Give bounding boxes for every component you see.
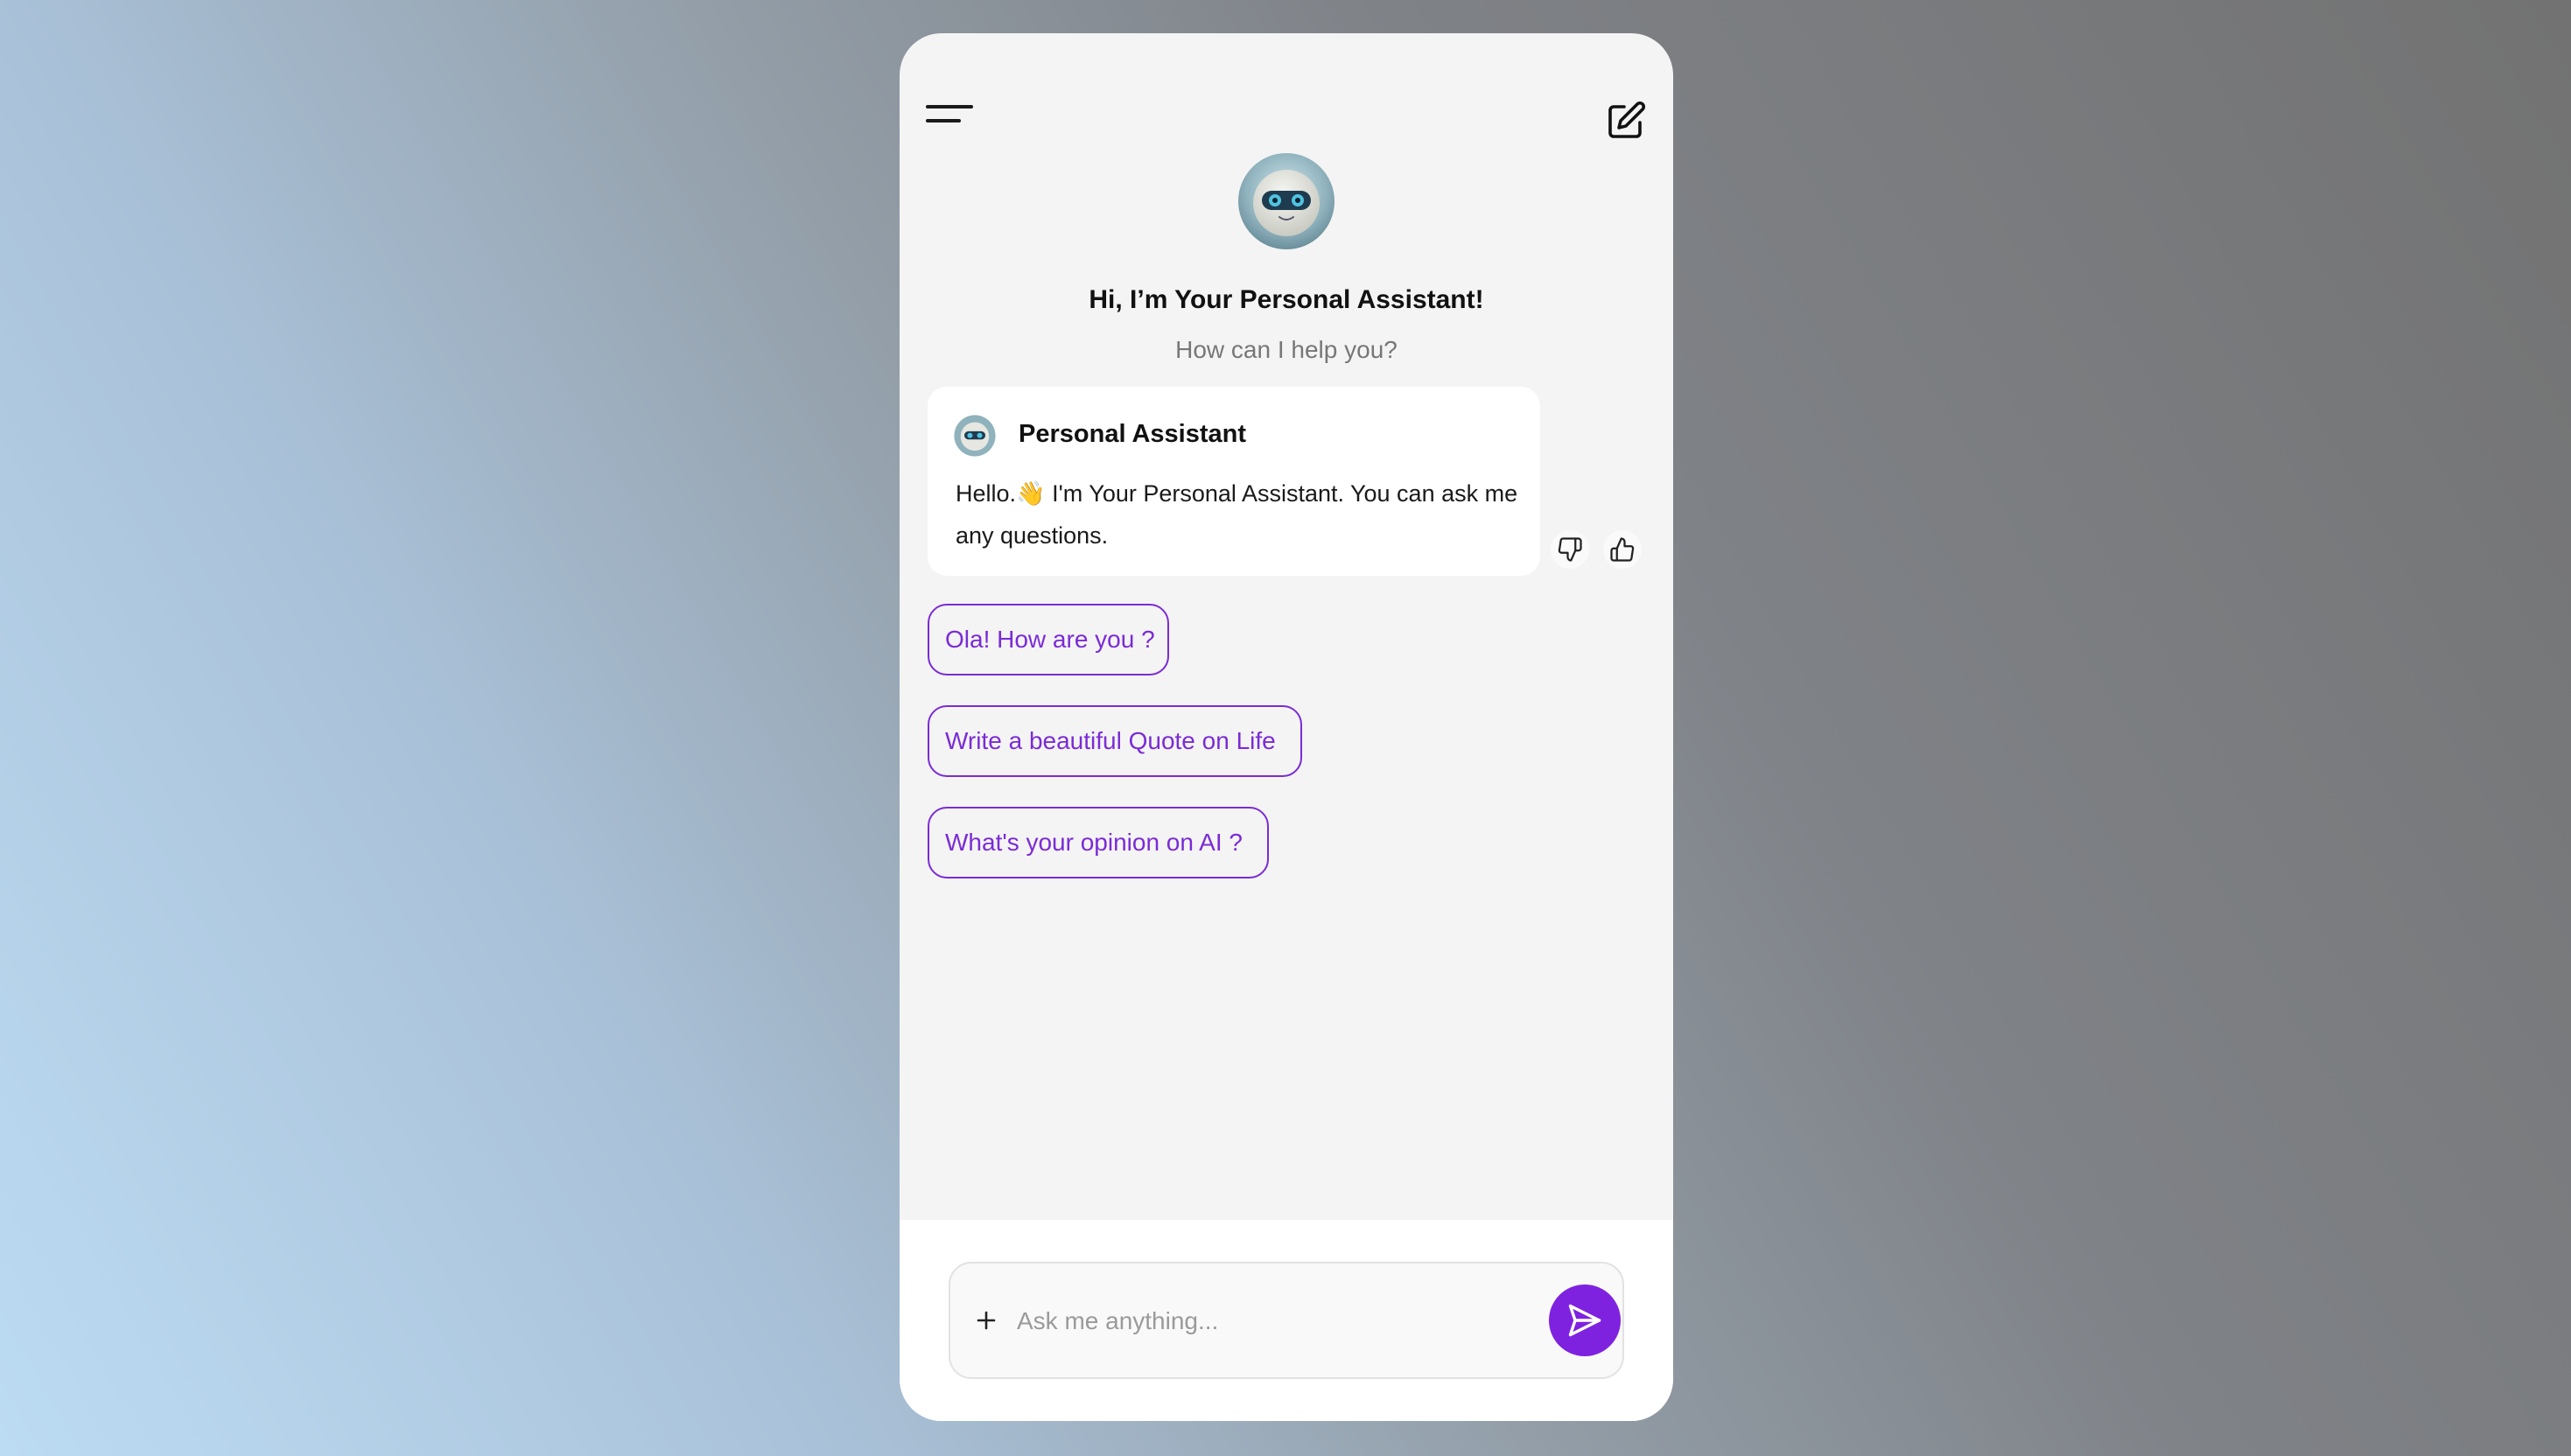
assistant-avatar: [1237, 152, 1335, 250]
thumbs-down-icon[interactable]: [1551, 530, 1589, 569]
welcome-title: Hi, I’m Your Personal Assistant!: [1089, 285, 1484, 314]
message-input[interactable]: [1015, 1298, 1544, 1344]
thumbs-up-icon[interactable]: [1603, 530, 1642, 569]
welcome-subtitle: How can I help you?: [1175, 336, 1398, 363]
edit-icon[interactable]: [1605, 100, 1647, 142]
send-icon[interactable]: [1549, 1284, 1621, 1356]
message-composer: [949, 1262, 1624, 1379]
composer-area: [900, 1220, 1673, 1421]
message-sender-name: Personal Assistant: [1019, 420, 1247, 448]
plus-icon[interactable]: [970, 1304, 1003, 1337]
suggestion-chip-quote[interactable]: Write a beautiful Quote on Life: [928, 705, 1302, 777]
hamburger-menu-icon[interactable]: [926, 105, 975, 131]
suggestion-chip-ai-opinion[interactable]: What's your opinion on AI ?: [928, 807, 1269, 878]
assistant-message-bubble: Personal Assistant Hello.👋 I'm Your Pers…: [928, 387, 1540, 576]
assistant-avatar-small: [954, 415, 996, 457]
chat-window: Hi, I’m Your Personal Assistant! How can…: [900, 33, 1673, 1421]
message-text: Hello.👋 I'm Your Personal Assistant. You…: [956, 480, 1518, 549]
suggestion-chip-greeting[interactable]: Ola! How are you ?: [928, 604, 1169, 676]
